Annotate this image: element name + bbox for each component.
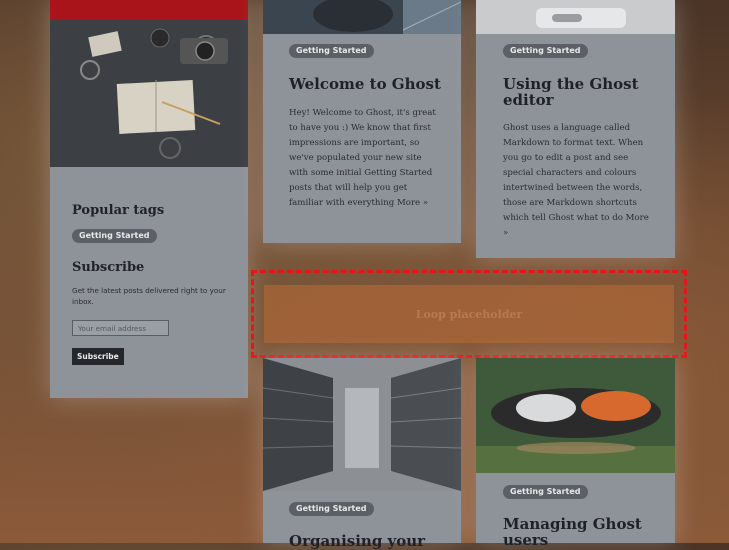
post-card[interactable]: Getting Started Using the Ghost editor G…	[476, 0, 675, 258]
post-title[interactable]: Welcome to Ghost	[289, 76, 449, 92]
sidebar-card: Popular tags Getting Started Subscribe G…	[50, 0, 248, 398]
post-tag[interactable]: Getting Started	[289, 502, 374, 516]
post-card[interactable]: Getting Started Managing Ghost users	[476, 358, 675, 548]
popular-tag-getting-started[interactable]: Getting Started	[72, 229, 157, 243]
subscribe-text: Get the latest posts delivered right to …	[72, 286, 226, 306]
loop-placeholder-label: Loop placeholder	[415, 307, 523, 321]
post-tag[interactable]: Getting Started	[503, 485, 588, 499]
popular-tags-title: Popular tags	[72, 203, 165, 218]
sidebar-image	[50, 20, 248, 167]
post-tag[interactable]: Getting Started	[289, 44, 374, 58]
loop-placeholder-box: Loop placeholder	[264, 285, 674, 343]
post-title[interactable]: Managing Ghost users	[503, 516, 643, 548]
post-tag[interactable]: Getting Started	[503, 44, 588, 58]
post-excerpt: Ghost uses a language called Markdown to…	[503, 123, 649, 238]
subscribe-button[interactable]: Subscribe	[72, 348, 124, 365]
post-card[interactable]: Getting Started Organising your	[263, 358, 461, 549]
post-excerpt: Hey! Welcome to Ghost, it's great to hav…	[289, 108, 436, 208]
loop-placeholder: Loop placeholder	[251, 270, 687, 358]
post-title[interactable]: Organising your	[289, 533, 449, 549]
post-image	[476, 358, 675, 473]
email-field[interactable]: Your email address	[72, 320, 169, 336]
subscribe-title: Subscribe	[72, 260, 145, 275]
post-image	[263, 358, 461, 491]
post-image	[263, 0, 461, 34]
post-card[interactable]: Getting Started Welcome to Ghost Hey! We…	[263, 0, 461, 243]
sidebar-red-bar	[50, 0, 248, 20]
post-image	[476, 0, 675, 34]
post-title[interactable]: Using the Ghost editor	[503, 76, 643, 108]
